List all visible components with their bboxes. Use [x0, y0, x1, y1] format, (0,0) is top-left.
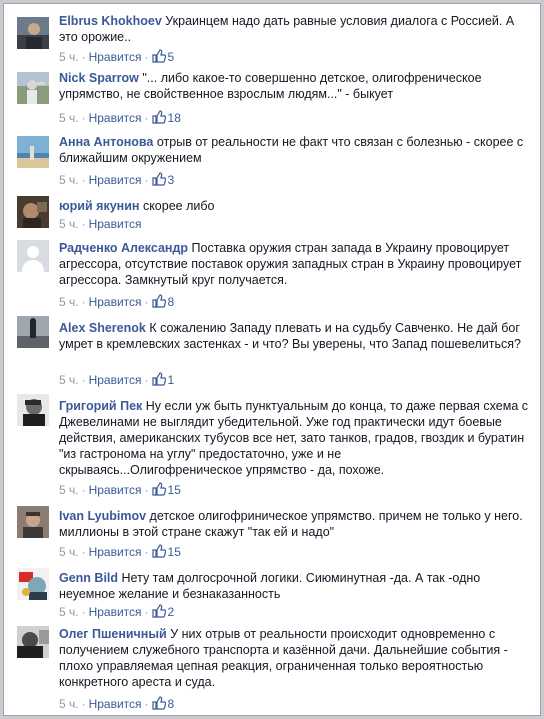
like-count[interactable]: 1 [151, 372, 174, 390]
comment-text: скорее либо [142, 199, 215, 213]
like-button[interactable]: Нравится [89, 295, 142, 309]
comment-body: юрий якунин скорее либо [59, 198, 528, 214]
avatar[interactable] [17, 196, 49, 228]
comment-meta: 5 ч. · Нравится · 3 [59, 172, 174, 190]
like-button[interactable]: Нравится [89, 483, 142, 497]
comment-time[interactable]: 5 ч. [59, 545, 79, 559]
comment-meta: 5 ч. · Нравится · 15 [59, 544, 181, 562]
comment-body: Анна Антонова отрыв от реальности не фак… [59, 134, 528, 166]
thumbs-up-icon [151, 372, 166, 390]
thumbs-up-icon [151, 482, 166, 500]
comment-time[interactable]: 5 ч. [59, 373, 79, 387]
comment-time[interactable]: 5 ч. [59, 50, 79, 64]
comment-author[interactable]: Nick Sparrow [59, 71, 139, 85]
like-count[interactable]: 8 [151, 294, 174, 312]
like-count[interactable]: 15 [151, 482, 181, 500]
comment-author[interactable]: Анна Антонова [59, 135, 153, 149]
comment-body: Nick Sparrow "... либо какое-то совершен… [59, 70, 528, 102]
comment-time[interactable]: 5 ч. [59, 173, 79, 187]
comment-body: Alex Sherenok К сожалению Западу плевать… [59, 320, 528, 352]
comment-meta: 5 ч. · Нравится · 18 [59, 110, 181, 128]
avatar[interactable] [17, 394, 49, 426]
comment-time[interactable]: 5 ч. [59, 217, 79, 231]
like-button[interactable]: Нравится [89, 605, 142, 619]
comment-meta: 5 ч. · Нравится · 5 [59, 49, 174, 67]
comment-time[interactable]: 5 ч. [59, 605, 79, 619]
avatar[interactable] [17, 568, 49, 600]
avatar[interactable] [17, 316, 49, 348]
like-count[interactable]: 15 [151, 544, 181, 562]
comment-time[interactable]: 5 ч. [59, 295, 79, 309]
comment-author[interactable]: Ivan Lyubimov [59, 509, 146, 523]
like-button[interactable]: Нравится [89, 545, 142, 559]
like-button[interactable]: Нравится [89, 373, 142, 387]
avatar[interactable] [17, 240, 49, 272]
like-button[interactable]: Нравится [89, 173, 142, 187]
thumbs-up-icon [151, 604, 166, 622]
comment-body: Elbrus Khokhoev Украинцем надо дать равн… [59, 13, 528, 45]
comment-author[interactable]: Elbrus Khokhoev [59, 14, 162, 28]
avatar[interactable] [17, 136, 49, 168]
thumbs-up-icon [151, 696, 166, 714]
like-button[interactable]: Нравится [89, 217, 142, 231]
like-count[interactable]: 18 [151, 110, 181, 128]
comment-author[interactable]: Олег Пшеничный [59, 627, 167, 641]
like-count[interactable]: 3 [151, 172, 174, 190]
comment-author[interactable]: Alex Sherenok [59, 321, 146, 335]
comment-body: Радченко Александр Поставка оружия стран… [59, 240, 528, 288]
comment-body: Genn Bild Нету там долгосрочной логики. … [59, 570, 528, 602]
like-button[interactable]: Нравится [89, 697, 142, 711]
comment-meta: 5 ч. · Нравится · 8 [59, 696, 174, 714]
thumbs-up-icon [151, 544, 166, 562]
comment-body: Олег Пшеничный У них отрыв от реальности… [59, 626, 528, 690]
comments-panel: Elbrus Khokhoev Украинцем надо дать равн… [3, 3, 541, 716]
comment-meta: 5 ч. · Нравится [59, 217, 142, 231]
comment-meta: 5 ч. · Нравится · 1 [59, 372, 174, 390]
comment-author[interactable]: юрий якунин [59, 199, 139, 213]
comment-body: Ivan Lyubimov детское олигофриническое у… [59, 508, 528, 540]
thumbs-up-icon [151, 49, 166, 67]
comment-meta: 5 ч. · Нравится · 8 [59, 294, 174, 312]
comment-body: Григорий Пек Ну если уж быть пунктуальны… [59, 398, 528, 478]
thumbs-up-icon [151, 294, 166, 312]
comment-author[interactable]: Genn Bild [59, 571, 118, 585]
avatar[interactable] [17, 72, 49, 104]
like-count[interactable]: 8 [151, 696, 174, 714]
like-button[interactable]: Нравится [89, 111, 142, 125]
thumbs-up-icon [151, 110, 166, 128]
avatar[interactable] [17, 626, 49, 658]
comment-text: Нету там долгосрочной логики. Сиюминутна… [59, 571, 481, 601]
like-button[interactable]: Нравится [89, 50, 142, 64]
comment-time[interactable]: 5 ч. [59, 697, 79, 711]
comment-time[interactable]: 5 ч. [59, 111, 79, 125]
comment-meta: 5 ч. · Нравится · 2 [59, 604, 174, 622]
avatar[interactable] [17, 506, 49, 538]
like-count[interactable]: 2 [151, 604, 174, 622]
comment-meta: 5 ч. · Нравится · 15 [59, 482, 181, 500]
avatar[interactable] [17, 17, 49, 49]
comment-author[interactable]: Радченко Александр [59, 241, 188, 255]
like-count[interactable]: 5 [151, 49, 174, 67]
thumbs-up-icon [151, 172, 166, 190]
comment-time[interactable]: 5 ч. [59, 483, 79, 497]
comment-author[interactable]: Григорий Пек [59, 399, 142, 413]
